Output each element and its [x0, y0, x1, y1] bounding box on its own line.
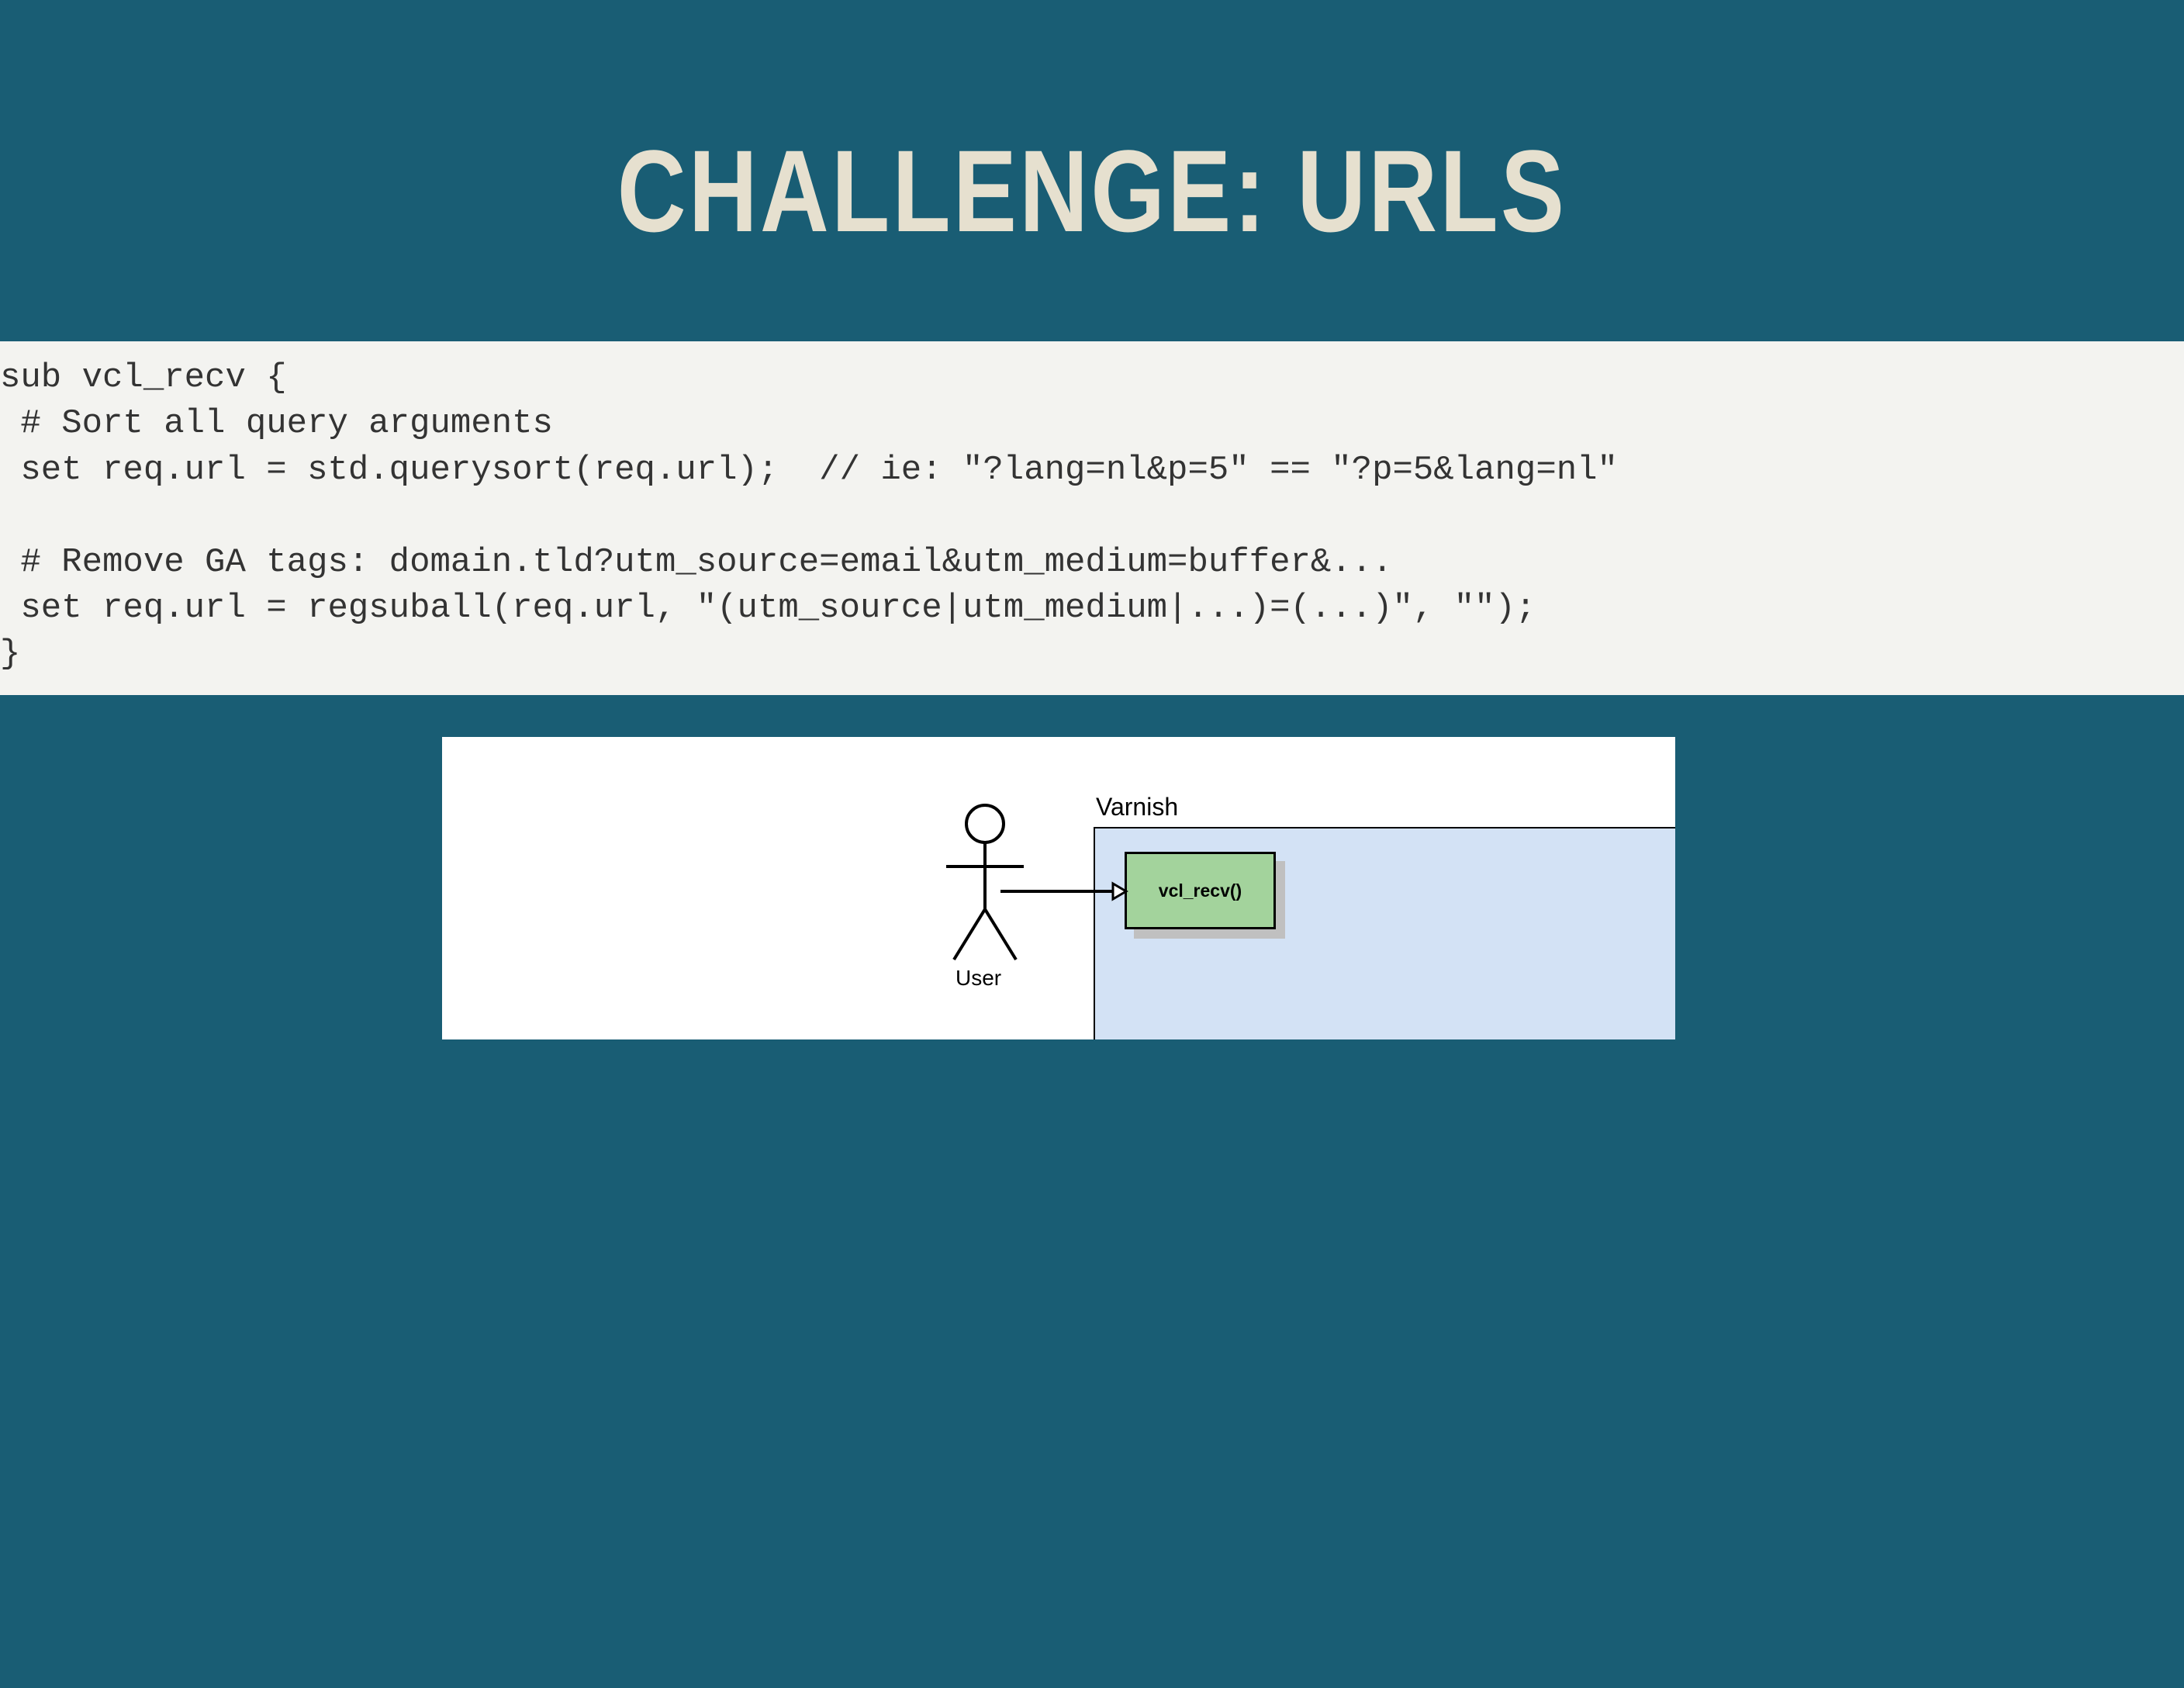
diagram: Varnish vcl_recv() User	[442, 737, 1675, 1039]
recv-box: vcl_recv()	[1125, 852, 1276, 929]
recv-label: vcl_recv()	[1159, 880, 1242, 901]
diagram-inner: Varnish vcl_recv() User	[442, 737, 1675, 1039]
code-block: sub vcl_recv { # Sort all query argument…	[0, 341, 2184, 695]
varnish-label: Varnish	[1096, 793, 1178, 822]
arrow-icon	[1000, 878, 1132, 909]
slide: CHALLENGE: URLS sub vcl_recv { # Sort al…	[0, 0, 2184, 1688]
user-label: User	[955, 966, 1001, 991]
slide-title: CHALLENGE: URLS	[196, 124, 1987, 258]
